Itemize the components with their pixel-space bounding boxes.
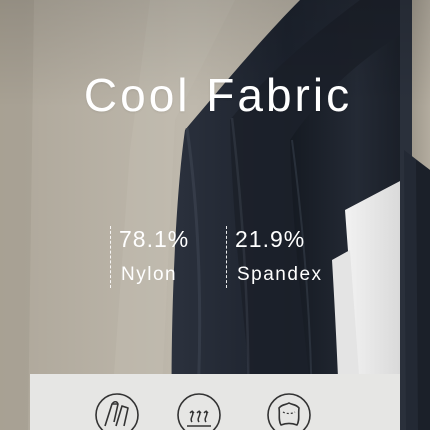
- feature-icon-strip: [30, 374, 400, 430]
- dashed-divider: [110, 226, 111, 288]
- nylon-label: Nylon: [121, 264, 178, 285]
- soft-touch-icon: [267, 393, 311, 430]
- page-title: Cool Fabric: [83, 69, 353, 121]
- spandex-percent: 21.9%: [235, 226, 306, 252]
- product-banner: Cool Fabric 78.1% Nylon 21.9% Spandex: [0, 0, 430, 430]
- dashed-divider: [226, 226, 227, 288]
- fabric-stretch-icon: [95, 393, 139, 430]
- spandex-label: Spandex: [237, 264, 323, 285]
- fabric-photo: [0, 0, 430, 430]
- nylon-percent: 78.1%: [119, 226, 190, 252]
- breathable-heat-icon: [177, 393, 221, 430]
